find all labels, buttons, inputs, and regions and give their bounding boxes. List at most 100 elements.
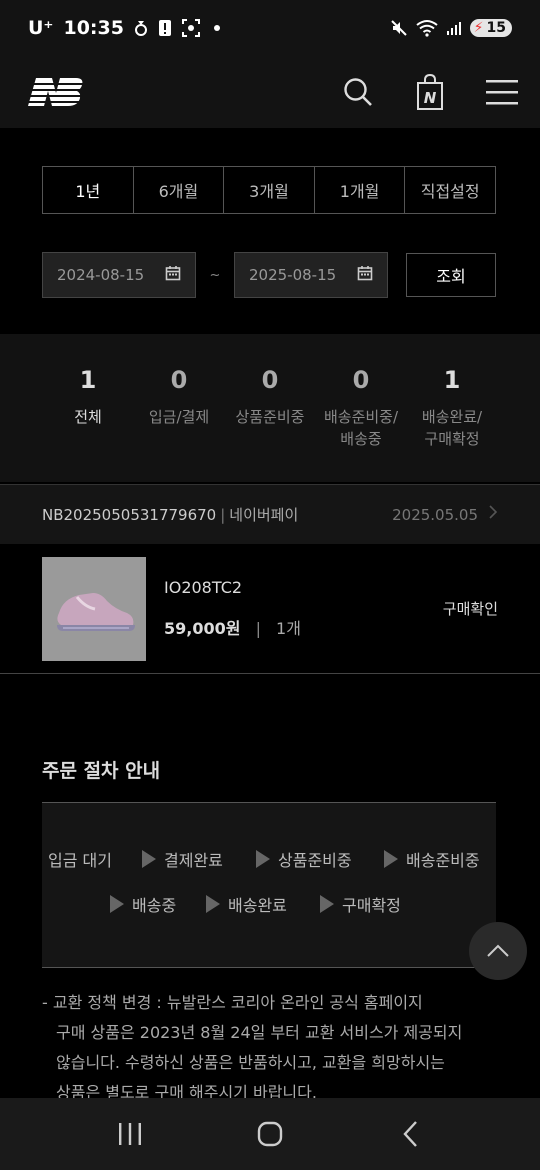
start-date-field[interactable]: 2024-08-15 xyxy=(42,252,196,298)
guide-title: 주문 절차 안내 xyxy=(42,760,161,782)
calendar-icon[interactable] xyxy=(165,265,181,285)
status-right: ⚡ 15 xyxy=(390,19,512,37)
summary-count: 0 xyxy=(170,366,188,394)
recent-apps-button[interactable] xyxy=(100,1104,160,1164)
wifi-icon xyxy=(416,19,438,37)
tab-1-year[interactable]: 1년 xyxy=(43,167,134,213)
step-label: 배송완료 xyxy=(228,896,287,915)
chevron-right-icon[interactable] xyxy=(488,504,498,525)
product-quantity: 1개 xyxy=(276,619,301,638)
summary-payment[interactable]: 0 입금/결제 xyxy=(134,366,225,482)
scroll-to-top-button[interactable] xyxy=(469,922,527,980)
mute-icon xyxy=(390,19,408,37)
battery-level: 15 xyxy=(486,20,506,36)
summary-count: 0 xyxy=(261,366,279,394)
arrow-right-icon xyxy=(256,850,270,868)
step-label: 상품준비중 xyxy=(278,851,352,870)
tab-6-months[interactable]: 6개월 xyxy=(134,167,225,213)
product-thumbnail[interactable] xyxy=(42,556,146,661)
order-separator: | xyxy=(220,505,226,524)
date-range-row: 2024-08-15 ~ 2025-08-15 조회 xyxy=(42,252,496,298)
shopping-bag-letter: N xyxy=(424,89,437,107)
arrow-right-icon xyxy=(142,850,156,868)
order-process-guide: 입금 대기 결제완료 상품준비중 배송준비중 배송중 배송완료 구매확정 xyxy=(42,802,496,968)
home-button[interactable] xyxy=(240,1104,300,1164)
step-label: 배송중 xyxy=(132,896,177,915)
arrow-right-icon xyxy=(110,895,124,913)
step-payment-complete: 결제완료 xyxy=(142,847,223,871)
tab-3-months[interactable]: 3개월 xyxy=(224,167,315,213)
status-left: U⁺ 10:35 xyxy=(28,17,220,39)
summary-label-line1: 배송준비중/ xyxy=(323,408,399,426)
summary-count: 1 xyxy=(79,366,97,394)
summary-label: 상품준비중 xyxy=(235,408,305,426)
summary-all[interactable]: 1 전체 xyxy=(43,366,134,482)
notice-line: - 교환 정책 변경 : 뉴발란스 코리아 온라인 공식 홈페이지 xyxy=(42,993,423,1012)
exchange-policy-notice: - 교환 정책 변경 : 뉴발란스 코리아 온라인 공식 홈페이지 구매 상품은… xyxy=(42,988,512,1108)
end-date-value: 2025-08-15 xyxy=(249,266,337,284)
summary-label-line2: 배송중 xyxy=(340,430,382,448)
order-header[interactable]: NB2025050531779670 | 네이버페이 2025.05.05 xyxy=(0,484,540,544)
summary-label-line2: 구매확정 xyxy=(424,430,480,448)
calendar-icon[interactable] xyxy=(357,265,373,285)
screenshot-icon xyxy=(181,19,200,37)
step-label: 결제완료 xyxy=(164,851,223,870)
product-price: 59,000원 xyxy=(164,619,241,638)
step-preparing: 상품준비중 xyxy=(256,847,352,871)
tab-custom-range[interactable]: 직접설정 xyxy=(405,167,495,213)
arrow-right-icon xyxy=(384,850,398,868)
summary-count: 0 xyxy=(352,366,370,394)
carrier-label: U⁺ xyxy=(28,17,54,39)
step-label: 입금 대기 xyxy=(48,851,112,870)
battery-indicator: ⚡ 15 xyxy=(469,19,512,37)
summary-delivered[interactable]: 1 배송완료/ 구매확정 xyxy=(407,366,498,482)
summary-label: 입금/결제 xyxy=(148,408,210,426)
site-header: N xyxy=(0,56,540,128)
step-label: 배송준비중 xyxy=(406,851,480,870)
step-awaiting-deposit: 입금 대기 xyxy=(48,847,112,871)
summary-shipping[interactable]: 0 배송준비중/ 배송중 xyxy=(316,366,407,482)
header-icons: N xyxy=(342,74,518,110)
summary-label-line1: 배송완료/ xyxy=(421,408,483,426)
meta-separator: | xyxy=(255,619,261,638)
step-shipping: 배송중 xyxy=(110,892,176,916)
charging-icon: ⚡ xyxy=(473,20,484,36)
start-date-value: 2024-08-15 xyxy=(57,266,145,284)
arrow-right-icon xyxy=(206,895,220,913)
search-icon[interactable] xyxy=(342,76,374,108)
date-separator: ~ xyxy=(209,267,221,283)
back-button[interactable] xyxy=(380,1104,440,1164)
arrow-right-icon xyxy=(320,895,334,913)
step-purchase-confirmed: 구매확정 xyxy=(320,892,401,916)
summary-count: 1 xyxy=(443,366,461,394)
payment-method: 네이버페이 xyxy=(229,506,299,524)
summary-label: 배송준비중/ 배송중 xyxy=(316,406,407,450)
order-status-summary: 1 전체 0 입금/결제 0 상품준비중 0 배송준비중/ 배송중 1 배송완료… xyxy=(0,334,540,482)
summary-preparing[interactable]: 0 상품준비중 xyxy=(225,366,316,482)
chevron-up-icon xyxy=(487,944,509,957)
product-info: IO208TC2 59,000원 | 1개 xyxy=(164,578,301,639)
shoe-image xyxy=(57,592,135,631)
product-name[interactable]: IO208TC2 xyxy=(164,578,301,597)
back-icon xyxy=(403,1121,417,1147)
order-number: NB2025050531779670 xyxy=(42,505,217,524)
step-label: 구매확정 xyxy=(342,896,401,915)
notice-line: 구매 상품은 2023년 8월 24일 부터 교환 서비스가 제공되지 xyxy=(56,1023,463,1042)
new-balance-logo[interactable] xyxy=(22,75,86,109)
clock: 10:35 xyxy=(63,17,124,39)
search-button[interactable]: 조회 xyxy=(406,253,496,297)
tab-1-month[interactable]: 1개월 xyxy=(315,167,406,213)
shopping-bag-icon[interactable]: N xyxy=(414,74,446,110)
home-icon xyxy=(257,1121,283,1147)
menu-icon[interactable] xyxy=(486,76,518,108)
order-status: 구매확인 xyxy=(442,600,498,618)
status-bar: U⁺ 10:35 ⚡ 15 xyxy=(0,0,540,56)
summary-label: 배송완료/ 구매확정 xyxy=(407,406,498,450)
more-notifications-dot xyxy=(213,25,220,31)
signal-icon xyxy=(446,20,462,36)
product-meta: 59,000원 | 1개 xyxy=(164,615,301,639)
period-tabs: 1년 6개월 3개월 1개월 직접설정 xyxy=(42,166,496,214)
notification-icon xyxy=(134,19,148,37)
system-navigation-bar xyxy=(0,1098,540,1170)
end-date-field[interactable]: 2025-08-15 xyxy=(234,252,388,298)
